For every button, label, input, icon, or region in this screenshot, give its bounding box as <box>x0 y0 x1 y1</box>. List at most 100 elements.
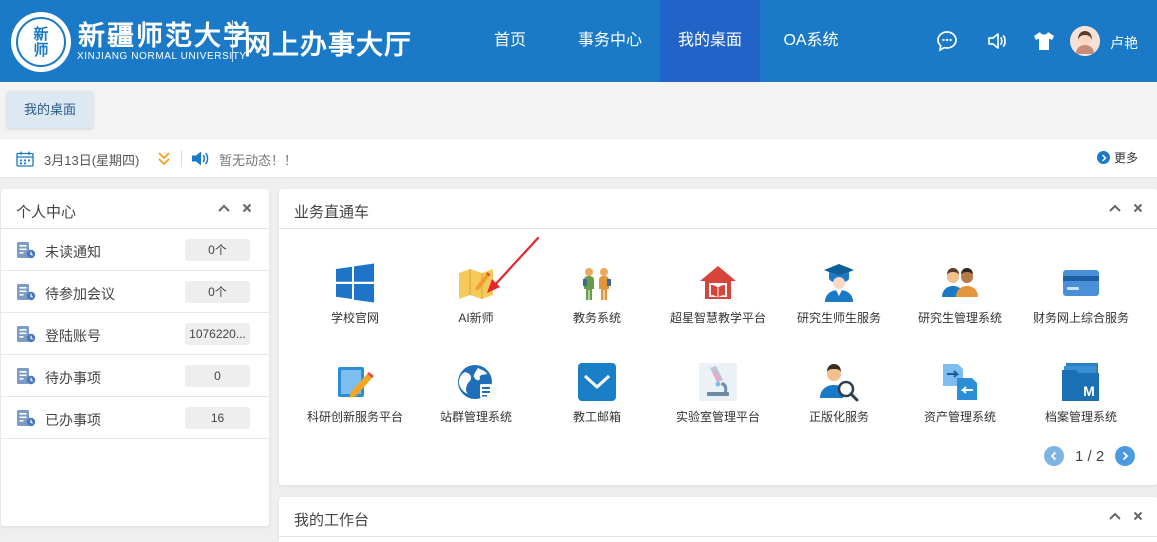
app-research-innovation[interactable]: 科研创新服务平台 <box>295 362 415 430</box>
nav-my-desktop[interactable]: 我的桌面 <box>660 0 760 82</box>
annotation-arrow <box>487 236 540 293</box>
app-label: 研究生师生服务 <box>796 311 881 325</box>
app-label: 财务网上综合服务 <box>1032 311 1129 325</box>
university-name-cn: 新疆师范大学 <box>78 21 252 52</box>
task-list-icon <box>16 283 36 301</box>
list-item-label: 已办事项 <box>45 412 101 428</box>
app-label: 研究生管理系统 <box>917 311 1002 325</box>
speaker-icon[interactable] <box>984 28 1010 54</box>
globe-icon <box>456 362 496 402</box>
university-logo[interactable]: 新 师 <box>11 12 71 72</box>
windows-icon <box>335 263 375 303</box>
list-item-unread-notices[interactable]: 未读通知 0个 <box>1 229 269 271</box>
list-item-label: 待参加会议 <box>45 286 115 302</box>
username[interactable]: 卢艳 <box>1110 33 1138 53</box>
avatar[interactable] <box>1070 26 1100 56</box>
business-panel: 业务直通车 学校官网 AI新师 教务系统 超星智慧教学平台 研究生师生服务 研究… <box>279 189 1157 485</box>
close-icon[interactable] <box>1131 509 1145 523</box>
app-archive-management[interactable]: M 档案管理系统 <box>1021 362 1141 430</box>
collapse-icon[interactable] <box>1108 509 1122 523</box>
app-label: AI新师 <box>458 311 494 325</box>
nav-oa-system[interactable]: OA系统 <box>772 0 850 82</box>
app-label: 教务系统 <box>572 311 621 325</box>
nav-affairs-center[interactable]: 事务中心 <box>566 0 654 82</box>
app-label: 科研创新服务平台 <box>306 410 403 424</box>
list-item-done[interactable]: 已办事项 16 <box>1 397 269 439</box>
logo-divider <box>232 20 233 62</box>
app-graduate-management[interactable]: 研究生管理系统 <box>900 263 1020 331</box>
edit-doc-icon <box>335 362 375 402</box>
chevron-down-double-icon[interactable] <box>157 151 171 172</box>
current-date: 3月13日(星期四) <box>44 153 140 168</box>
app-school-website[interactable]: 学校官网 <box>295 263 415 331</box>
panel-title: 业务直通车 <box>294 204 370 221</box>
app-graduate-service[interactable]: 研究生师生服务 <box>779 263 899 331</box>
list-item-value: 1076220... <box>185 323 250 345</box>
panel-header: 业务直通车 <box>279 189 1157 229</box>
panel-header: 我的工作台 <box>279 497 1157 537</box>
calendar-icon <box>16 151 34 172</box>
transfer-icon <box>940 362 980 402</box>
chat-icon[interactable] <box>934 28 960 54</box>
app-label: 超星智慧教学平台 <box>669 311 766 325</box>
list-item-label: 未读通知 <box>45 244 101 260</box>
task-list-icon <box>16 241 36 259</box>
app-chaoxing-platform[interactable]: 超星智慧教学平台 <box>658 263 778 331</box>
panel-title: 我的工作台 <box>294 512 370 529</box>
svg-text:M: M <box>1083 383 1095 399</box>
task-list-icon <box>16 325 36 343</box>
app-finance-service[interactable]: 财务网上综合服务 <box>1021 263 1141 331</box>
microscope-icon <box>698 362 738 402</box>
more-link[interactable]: 更多 <box>1097 149 1138 166</box>
list-item-login-account[interactable]: 登陆账号 1076220... <box>1 313 269 355</box>
personal-center-panel: 个人中心 未读通知 0个 待参加会议 0个 登陆账号 1076220... 待办… <box>1 189 269 526</box>
folder-icon: M <box>1061 362 1101 402</box>
list-item-todo[interactable]: 待办事项 0 <box>1 355 269 397</box>
pager-prev-button[interactable] <box>1044 446 1064 466</box>
tab-strip: 我的桌面 <box>0 82 1157 138</box>
app-label: 正版化服务 <box>808 410 869 424</box>
people-icon <box>940 263 980 303</box>
app-label: 站群管理系统 <box>439 410 512 424</box>
book-house-icon <box>698 263 738 303</box>
top-header: 新 师 新疆师范大学 XINJIANG NORMAL UNIVERSITY 网上… <box>0 0 1157 82</box>
app-academic-system[interactable]: 教务系统 <box>537 263 657 331</box>
arrow-right-icon <box>1097 151 1110 164</box>
list-item-label: 待办事项 <box>45 370 101 386</box>
students-icon <box>577 263 617 303</box>
app-genuine-software[interactable]: 正版化服务 <box>779 362 899 430</box>
app-label: 实验室管理平台 <box>675 410 760 424</box>
tab-my-desktop[interactable]: 我的桌面 <box>7 91 93 128</box>
app-label: 学校官网 <box>330 311 379 325</box>
list-item-pending-meetings[interactable]: 待参加会议 0个 <box>1 271 269 313</box>
task-list-icon <box>16 367 36 385</box>
list-item-value: 0 <box>185 365 250 387</box>
collapse-icon[interactable] <box>1108 201 1122 215</box>
app-label: 资产管理系统 <box>923 410 996 424</box>
close-icon[interactable] <box>240 201 254 215</box>
app-site-cluster[interactable]: 站群管理系统 <box>416 362 536 430</box>
shirt-icon[interactable] <box>1031 28 1057 54</box>
list-item-label: 登陆账号 <box>45 328 101 344</box>
logo-seal: 新 师 <box>16 17 66 67</box>
notice-divider <box>181 150 182 167</box>
collapse-icon[interactable] <box>217 201 231 215</box>
app-asset-management[interactable]: 资产管理系统 <box>900 362 1020 430</box>
list-item-value: 0个 <box>185 281 250 303</box>
app-label: 教工邮箱 <box>572 410 621 424</box>
app-lab-management[interactable]: 实验室管理平台 <box>658 362 778 430</box>
panel-title: 个人中心 <box>16 204 77 221</box>
speaker-icon <box>190 150 210 172</box>
close-icon[interactable] <box>1131 201 1145 215</box>
graduate-icon <box>819 263 859 303</box>
pager-next-button[interactable] <box>1115 446 1135 466</box>
logo-seal-char: 师 <box>33 41 49 59</box>
nav-home[interactable]: 首页 <box>480 0 540 82</box>
more-label: 更多 <box>1114 151 1139 165</box>
user-search-icon <box>819 362 859 402</box>
app-staff-mail[interactable]: 教工邮箱 <box>537 362 657 430</box>
mail-icon <box>577 362 617 402</box>
notice-bar: 3月13日(星期四) 暂无动态！！ 更多 <box>0 139 1157 178</box>
site-title: 网上办事大厅 <box>244 30 412 60</box>
notice-message: 暂无动态！！ <box>219 153 298 168</box>
